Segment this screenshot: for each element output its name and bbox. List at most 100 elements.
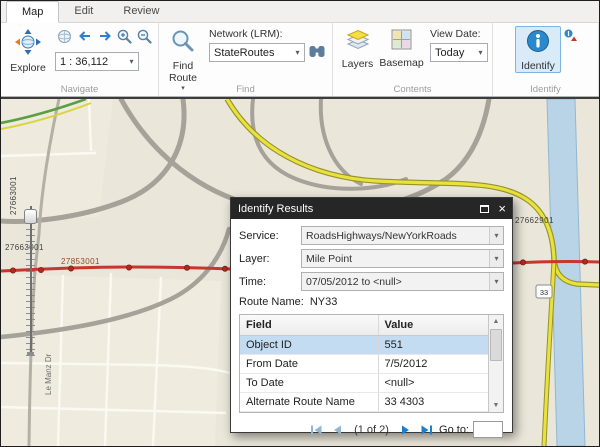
scroll-down-icon[interactable]: ▼ <box>489 399 503 412</box>
full-extent-button[interactable] <box>55 28 74 47</box>
chevron-down-icon: ▾ <box>489 227 503 244</box>
basemap-button[interactable]: Basemap <box>378 26 425 70</box>
dialog-titlebar[interactable]: Identify Results × <box>231 198 512 219</box>
next-page-button[interactable] <box>399 424 412 436</box>
identify-button[interactable]: Identify <box>515 26 561 73</box>
magnifier-icon <box>171 29 195 58</box>
globe-icon <box>57 29 72 47</box>
goto-page-input[interactable] <box>473 421 503 438</box>
route-id-label-vertical: 27663001 <box>9 176 18 215</box>
street-name-label: Le Manz Dr <box>44 353 53 395</box>
column-header-value: Value <box>378 315 488 335</box>
scale-value: 1 : 36,112 <box>60 56 108 68</box>
table-header-row: Field Value <box>240 315 488 335</box>
page-indicator: (1 of 2) <box>354 424 389 436</box>
zoom-out-icon <box>137 29 152 47</box>
first-page-button[interactable] <box>310 424 323 436</box>
scroll-up-icon[interactable]: ▲ <box>489 315 503 328</box>
table-row[interactable]: From Date 7/5/2012 <box>240 354 488 373</box>
tab-review[interactable]: Review <box>108 0 174 22</box>
basemap-icon <box>391 29 412 55</box>
identify-route-icon <box>563 28 579 47</box>
group-navigate: Explore 1 : 36,112 ▾ Navigate <box>1 23 159 96</box>
tab-map[interactable]: Map <box>6 1 59 23</box>
network-lrm-label: Network (LRM): <box>209 28 326 40</box>
view-date-value: Today <box>435 47 464 59</box>
chevron-down-icon: ▾ <box>474 48 487 57</box>
maximize-icon[interactable] <box>480 205 489 213</box>
explore-icon <box>15 29 41 60</box>
route-name-value: NY33 <box>310 296 338 308</box>
group-find: Find Route ▾ Network (LRM): StateRoutes … <box>159 23 333 96</box>
time-combobox[interactable]: 07/05/2012 to <null> ▾ <box>301 272 504 291</box>
event-editor-window: Map Edit Review Explore <box>0 0 600 447</box>
explore-button[interactable]: Explore <box>5 26 51 75</box>
identify-icon <box>526 29 550 58</box>
ribbon-tabbar: Map Edit Review <box>1 1 599 23</box>
chevron-down-icon: ▾ <box>489 250 503 267</box>
route-id-label-mid: 27853001 <box>61 257 100 266</box>
service-label: Service: <box>239 230 301 242</box>
identify-label: Identify <box>521 60 555 72</box>
slider-thumb[interactable] <box>24 209 37 224</box>
ribbon-toolbar: Explore 1 : 36,112 ▾ Navigate <box>1 23 599 96</box>
arrow-left-icon <box>78 30 92 45</box>
chevron-down-icon: ▾ <box>489 273 503 290</box>
view-date-combobox[interactable]: Today ▾ <box>430 43 488 62</box>
zoom-in-button[interactable] <box>115 28 134 47</box>
scrollbar-thumb[interactable] <box>490 329 502 361</box>
goto-label: Go to: <box>439 424 469 436</box>
table-row[interactable]: To Date <null> <box>240 373 488 392</box>
tab-edit[interactable]: Edit <box>59 0 108 22</box>
previous-extent-button[interactable] <box>75 28 94 47</box>
binoculars-icon <box>309 45 325 61</box>
time-label: Time: <box>239 276 301 288</box>
group-label-contents: Contents <box>333 84 492 95</box>
chevron-down-icon: ▾ <box>291 48 304 57</box>
table-row[interactable]: Alternate Route Name 33 4303 <box>240 392 488 411</box>
next-extent-button[interactable] <box>95 28 114 47</box>
find-route-button[interactable]: Find Route ▾ <box>163 26 203 92</box>
close-icon[interactable]: × <box>498 204 506 214</box>
group-contents: Layers Basemap View Date: Today ▾ Conten… <box>333 23 493 96</box>
view-date-label: View Date: <box>430 28 488 40</box>
network-combobox[interactable]: StateRoutes ▾ <box>209 43 305 62</box>
layers-icon <box>347 29 369 56</box>
basemap-label: Basemap <box>379 57 423 69</box>
dialog-body: Service: RoadsHighways/NewYorkRoads ▾ La… <box>231 219 512 446</box>
table-scrollbar[interactable]: ▲ ▼ <box>488 315 503 412</box>
group-label-identify: Identify <box>493 84 598 95</box>
zoom-slider[interactable] <box>24 206 37 356</box>
network-value: StateRoutes <box>214 47 275 59</box>
zoom-in-icon <box>117 29 132 47</box>
last-page-button[interactable] <box>420 424 433 436</box>
ribbon: Map Edit Review Explore <box>1 1 599 97</box>
layer-label: Layer: <box>239 253 301 265</box>
attributes-table: Field Value Object ID 551 From Date 7/5/… <box>239 314 504 413</box>
route-name-label: Route Name: <box>239 296 304 308</box>
pagination-bar: (1 of 2) Go to: <box>239 419 504 441</box>
group-label-navigate: Navigate <box>1 84 158 95</box>
route-id-label-right: 27662901 <box>515 216 554 225</box>
identify-results-dialog: Identify Results × Service: RoadsHighway… <box>230 197 513 433</box>
zoom-out-button[interactable] <box>135 28 154 47</box>
route-shield: 33 <box>536 285 552 298</box>
dialog-title: Identify Results <box>238 203 313 215</box>
group-label-find: Find <box>159 84 332 95</box>
scale-combobox[interactable]: 1 : 36,112 ▾ <box>55 52 139 71</box>
identify-route-button[interactable] <box>561 28 580 47</box>
previous-page-button[interactable] <box>331 424 344 436</box>
service-combobox[interactable]: RoadsHighways/NewYorkRoads ▾ <box>301 226 504 245</box>
layers-label: Layers <box>342 58 374 70</box>
find-route-label: Find Route <box>165 60 201 84</box>
arrow-right-icon <box>98 30 112 45</box>
layer-combobox[interactable]: Mile Point ▾ <box>301 249 504 268</box>
search-network-button[interactable] <box>307 43 326 62</box>
chevron-down-icon: ▾ <box>125 57 138 66</box>
group-identify: Identify Identify <box>493 23 599 96</box>
layers-button[interactable]: Layers <box>337 26 378 71</box>
table-row[interactable]: Object ID 551 <box>240 335 488 354</box>
slider-track[interactable] <box>30 206 32 356</box>
slider-endcap <box>27 352 34 356</box>
explore-label: Explore <box>10 62 46 74</box>
